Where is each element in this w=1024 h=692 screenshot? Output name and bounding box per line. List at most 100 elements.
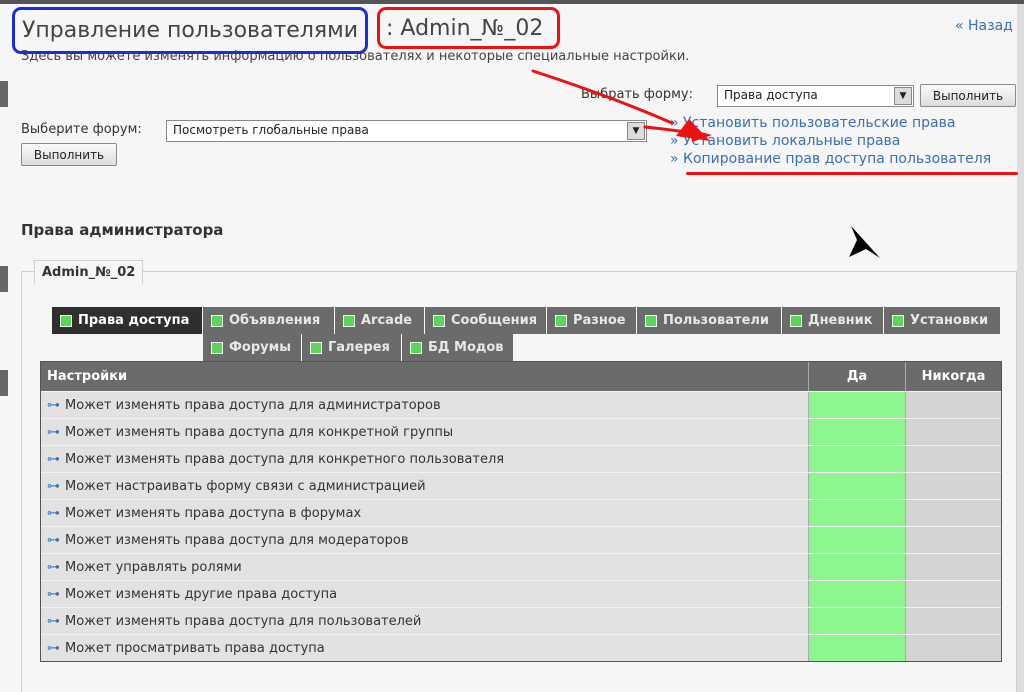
yes-cell[interactable] bbox=[809, 473, 906, 499]
permission-cell: ⊶ Может управлять ролями bbox=[41, 554, 809, 580]
permission-arrow-icon: ⊶ bbox=[47, 640, 60, 656]
permission-cell: ⊶ Может изменять права доступа для конкре… bbox=[41, 419, 809, 445]
tab-access-rights[interactable]: Права доступа bbox=[52, 307, 203, 334]
left-edge-mark bbox=[0, 81, 8, 107]
table-row: ⊶ Может изменять права доступа для модера… bbox=[41, 526, 1001, 553]
page-title: Управление пользователями bbox=[22, 18, 359, 43]
table-row: ⊶ Может изменять другие права доступа bbox=[41, 580, 1001, 607]
yes-cell[interactable] bbox=[809, 554, 906, 580]
yes-cell[interactable] bbox=[809, 527, 906, 553]
tab-settings[interactable]: Установки bbox=[884, 307, 1001, 334]
green-square-icon bbox=[410, 341, 422, 354]
table-row: ⊶ Может изменять права доступа для пользо… bbox=[41, 607, 1001, 634]
tab-label: Разное bbox=[573, 313, 626, 328]
highlight-underline bbox=[686, 172, 1018, 175]
permission-label: Может изменять права доступа в форумах bbox=[65, 505, 362, 521]
link-set-local-permissions[interactable]: » Установить локальные права bbox=[670, 132, 991, 150]
permission-label: Может изменять права доступа для конкрет… bbox=[65, 451, 505, 467]
yes-cell[interactable] bbox=[809, 419, 906, 445]
permission-cell: ⊶ Может изменять права доступа для модера… bbox=[41, 527, 809, 553]
link-copy-user-permissions[interactable]: » Копирование прав доступа пользователя bbox=[670, 150, 991, 168]
yes-cell[interactable] bbox=[809, 500, 906, 526]
permission-label: Может изменять другие права доступа bbox=[65, 586, 338, 602]
table-row: ⊶ Может управлять ролями bbox=[41, 553, 1001, 580]
green-square-icon bbox=[211, 314, 223, 327]
permission-label: Может изменять права доступа для пользов… bbox=[65, 613, 422, 629]
chevron-down-icon[interactable]: ▼ bbox=[627, 122, 645, 140]
permission-cell: ⊶ Может изменять права доступа для конкре… bbox=[41, 446, 809, 472]
user-name: : Admin_№_02 bbox=[386, 15, 544, 41]
permission-label: Может просматривать права доступа bbox=[65, 640, 325, 656]
permissions-table: Настройки Да Никогда ⊶ Может изменять пра… bbox=[40, 361, 1002, 662]
never-cell[interactable] bbox=[906, 635, 1001, 661]
green-square-icon bbox=[892, 314, 904, 327]
mouse-cursor-icon bbox=[849, 226, 880, 258]
never-cell[interactable] bbox=[906, 500, 1001, 526]
permission-label: Может управлять ролями bbox=[65, 559, 242, 575]
table-header: Настройки Да Никогда bbox=[41, 362, 1001, 391]
left-edge-mark bbox=[0, 370, 8, 396]
table-row: ⊶ Может изменять права доступа для админи… bbox=[41, 391, 1001, 418]
forum-submit-button[interactable]: Выполнить bbox=[21, 143, 117, 166]
tab-announcements[interactable]: Объявления bbox=[203, 307, 335, 334]
permission-arrow-icon: ⊶ bbox=[47, 586, 60, 602]
user-highlight: : Admin_№_02 bbox=[377, 7, 561, 49]
never-cell[interactable] bbox=[906, 554, 1001, 580]
yes-cell[interactable] bbox=[809, 446, 906, 472]
never-cell[interactable] bbox=[906, 473, 1001, 499]
yes-cell[interactable] bbox=[809, 392, 906, 418]
tab-label: Галерея bbox=[328, 340, 390, 355]
tab-label: Дневник bbox=[808, 313, 873, 328]
tab-label: Объявления bbox=[229, 313, 321, 328]
never-cell[interactable] bbox=[906, 608, 1001, 634]
yes-cell[interactable] bbox=[809, 608, 906, 634]
yes-cell[interactable] bbox=[809, 581, 906, 607]
permission-arrow-icon: ⊶ bbox=[47, 532, 60, 548]
tab-misc[interactable]: Разное bbox=[547, 307, 637, 334]
permission-cell: ⊶ Может изменять права доступа для пользо… bbox=[41, 608, 809, 634]
table-row: ⊶ Может изменять права доступа в форумах bbox=[41, 499, 1001, 526]
tab-diary[interactable]: Дневник bbox=[782, 307, 884, 334]
permission-arrow-icon: ⊶ bbox=[47, 424, 60, 440]
tab-messages[interactable]: Сообщения bbox=[425, 307, 547, 334]
green-square-icon bbox=[60, 314, 72, 327]
green-square-icon bbox=[211, 341, 223, 354]
forum-select-label: Выберите форум: bbox=[21, 122, 142, 137]
form-submit-button[interactable]: Выполнить bbox=[920, 84, 1016, 107]
forum-select-value: Посмотреть глобальные права bbox=[173, 123, 369, 137]
never-cell[interactable] bbox=[906, 419, 1001, 445]
header-settings: Настройки bbox=[41, 362, 809, 391]
green-square-icon bbox=[433, 314, 445, 327]
tab-users[interactable]: Пользователи bbox=[637, 307, 782, 334]
never-cell[interactable] bbox=[906, 446, 1001, 472]
left-edge-mark bbox=[0, 266, 8, 292]
table-row: ⊶ Может изменять права доступа для конкре… bbox=[41, 418, 1001, 445]
permission-arrow-icon: ⊶ bbox=[47, 451, 60, 467]
green-square-icon bbox=[790, 314, 802, 327]
tab-gallery[interactable]: Галерея bbox=[302, 334, 402, 361]
link-set-user-permissions[interactable]: » Установить пользовательские права bbox=[670, 114, 991, 132]
section-title: Права администратора bbox=[21, 221, 224, 239]
tab-arcade[interactable]: Arcade bbox=[335, 307, 425, 334]
table-row: ⊶ Может просматривать права доступа bbox=[41, 634, 1001, 661]
tab-label: БД Модов bbox=[428, 340, 504, 355]
table-row: ⊶ Может настраивать форму связи с админис… bbox=[41, 472, 1001, 499]
form-select[interactable]: Права доступа ▼ bbox=[717, 85, 914, 107]
tab-mod-db[interactable]: БД Модов bbox=[402, 334, 514, 361]
back-link[interactable]: « Назад bbox=[955, 18, 1013, 34]
chevron-down-icon[interactable]: ▼ bbox=[894, 87, 912, 105]
tab-label: Установки bbox=[910, 313, 989, 328]
action-links: » Установить пользовательские права » Ус… bbox=[670, 114, 991, 168]
title-highlight: Управление пользователями bbox=[12, 7, 369, 54]
forum-select[interactable]: Посмотреть глобальные права ▼ bbox=[166, 120, 647, 142]
yes-cell[interactable] bbox=[809, 635, 906, 661]
never-cell[interactable] bbox=[906, 527, 1001, 553]
permission-cell: ⊶ Может изменять права доступа для админи… bbox=[41, 392, 809, 418]
permission-label: Может изменять права доступа для конкрет… bbox=[65, 424, 454, 440]
permission-cell: ⊶ Может просматривать права доступа bbox=[41, 635, 809, 661]
never-cell[interactable] bbox=[906, 392, 1001, 418]
top-border bbox=[0, 0, 1024, 4]
never-cell[interactable] bbox=[906, 581, 1001, 607]
tab-forums[interactable]: Форумы bbox=[203, 334, 302, 361]
permission-cell: ⊶ Может настраивать форму связи с админис… bbox=[41, 473, 809, 499]
